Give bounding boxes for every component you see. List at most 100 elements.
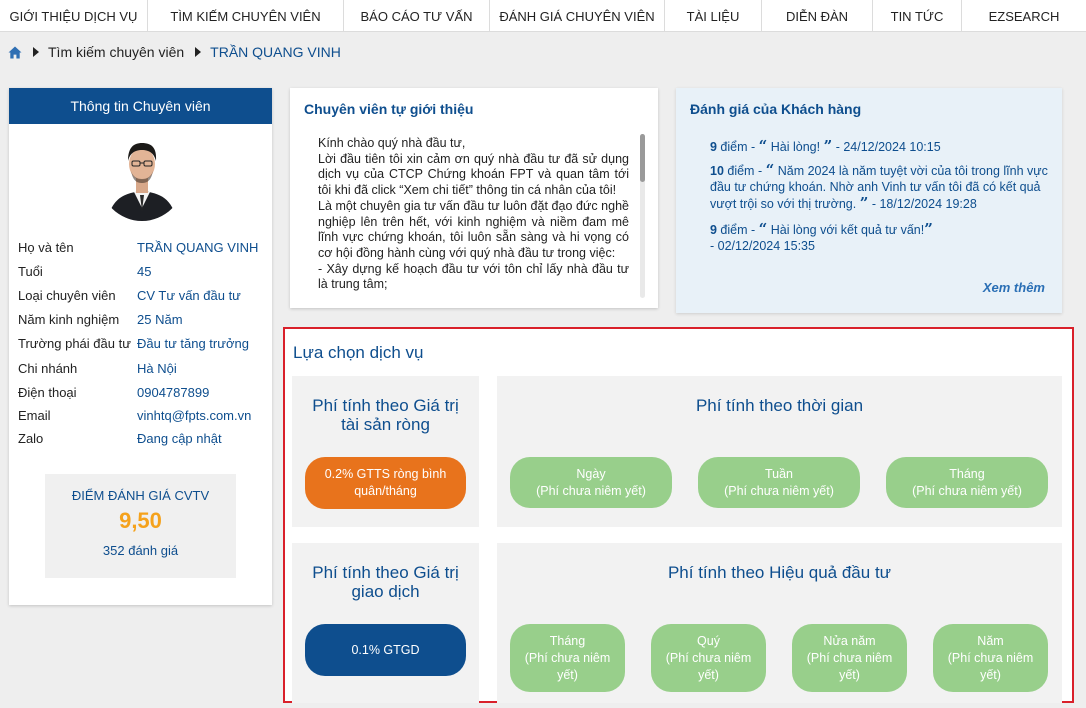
fee-by-transaction-panel: Phí tính theo Giá trị giao dịch 0.1% GTG… [292, 543, 479, 703]
intro-scrollbar[interactable] [640, 134, 645, 298]
self-introduction-card: Chuyên viên tự giới thiệu Kính chào quý … [290, 88, 658, 308]
option-note: (Phí chưa niêm yết) [806, 650, 893, 682]
nav-danh-gia-chuyen-vien[interactable]: ĐÁNH GIÁ CHUYÊN VIÊN [490, 0, 665, 32]
fee-by-time-panel: Phí tính theo thời gian Ngày (Phí chưa ni… [497, 376, 1062, 527]
review-date: - 18/12/2024 19:28 [868, 197, 977, 211]
review-score-unit: điểm - [723, 164, 766, 178]
option-name: Nửa năm [823, 633, 876, 648]
info-label: Chi nhánh [18, 361, 78, 376]
nav-dien-dan[interactable]: DIỄN ĐÀN [762, 0, 873, 32]
transaction-fee-button[interactable]: 0.1% GTGD [305, 624, 466, 676]
info-row-type: Loại chuyên viên CV Tư vấn đầu tư [18, 288, 268, 303]
fee-by-performance-title: Phí tính theo Hiệu quả đầu tư [667, 563, 892, 582]
option-name: Ngày [576, 466, 606, 481]
see-more-link[interactable]: Xem thêm [983, 280, 1045, 295]
info-row-age: Tuổi 45 [18, 264, 268, 279]
review-score-unit: điểm - [716, 223, 759, 237]
review-date: - 24/12/2024 10:15 [832, 140, 941, 154]
time-fee-day-button[interactable]: Ngày (Phí chưa niêm yết) [510, 457, 672, 508]
customer-reviews-card: Đánh giá của Khách hàng 9 điểm - “ Hài l… [676, 88, 1062, 313]
info-row-zalo: Zalo Đang cập nhật [18, 431, 268, 446]
performance-fee-month-button[interactable]: Tháng (Phí chưa niêm yết) [510, 624, 625, 692]
nav-tim-kiem-chuyen-vien[interactable]: TÌM KIẾM CHUYÊN VIÊN [148, 0, 344, 32]
review-score: 9 [710, 223, 717, 237]
breadcrumb-separator-icon [33, 47, 39, 57]
info-row-email: Email vinhtq@fpts.com.vn [18, 408, 268, 423]
option-note: (Phí chưa niêm yết) [665, 650, 752, 682]
nav-tin-tuc[interactable]: TIN TỨC [873, 0, 962, 32]
review-item: 9 điểm - “ Hài lòng với kết quả tư vấn!”… [710, 221, 1050, 254]
top-navigation: GIỚI THIỆU DỊCH VỤ TÌM KIẾM CHUYÊN VIÊN … [0, 0, 1086, 32]
expert-profile-card: Thông tin Chuyên viên Họ và tên TRẦN QUA… [9, 88, 272, 605]
option-note: (Phí chưa niêm yết) [947, 650, 1034, 682]
rating-score-box: ĐIỂM ĐÁNH GIÁ CVTV 9,50 352 đánh giá [45, 474, 236, 578]
review-score: 9 [710, 140, 717, 154]
fee-by-net-asset-title: Phí tính theo Giá trị tài sản ròng [312, 396, 459, 434]
info-value: 25 Năm [137, 312, 183, 327]
option-name: Quý [697, 633, 720, 648]
info-label: Năm kinh nghiệm [18, 312, 120, 327]
net-asset-fee-button[interactable]: 0.2% GTTS ròng bình quân/tháng [305, 457, 466, 509]
info-label: Email [18, 408, 51, 423]
intro-title: Chuyên viên tự giới thiệu [304, 101, 474, 117]
fee-by-performance-panel: Phí tính theo Hiệu quả đầu tư Tháng (Phí … [497, 543, 1062, 703]
open-quote-icon: “ [758, 137, 768, 155]
info-value: 45 [137, 264, 152, 279]
option-note: (Phí chưa niêm yết) [524, 650, 611, 682]
option-note: (Phí chưa niêm yết) [724, 483, 834, 498]
info-label: Zalo [18, 431, 44, 446]
fee-by-net-asset-panel: Phí tính theo Giá trị tài sản ròng 0.2% … [292, 376, 479, 527]
time-fee-month-button[interactable]: Tháng (Phí chưa niêm yết) [886, 457, 1048, 508]
breadcrumb-separator-icon [195, 47, 202, 57]
nav-bao-cao-tu-van[interactable]: BÁO CÁO TƯ VẤN [344, 0, 490, 32]
info-value: Đầu tư tăng trưởng [137, 336, 249, 351]
service-selection: Lựa chọn dịch vụ Phí tính theo Giá trị t… [283, 327, 1074, 703]
info-value: TRẦN QUANG VINH [137, 240, 259, 255]
intro-paragraph: - Xây dựng kế hoạch đầu tư với tôn chỉ l… [318, 261, 629, 292]
info-value: Hà Nội [137, 361, 177, 376]
performance-fee-quarter-button[interactable]: Quý (Phí chưa niêm yết) [651, 624, 766, 692]
info-row-name: Họ và tên TRẦN QUANG VINH [18, 240, 268, 255]
info-value[interactable]: 0904787899 [137, 385, 209, 400]
info-value[interactable]: vinhtq@fpts.com.vn [137, 408, 251, 423]
option-note: (Phí chưa niêm yết) [912, 483, 1022, 498]
review-text: Hài lòng! [770, 140, 821, 154]
rating-count[interactable]: 352 đánh giá [45, 543, 236, 558]
nav-ezsearch[interactable]: EZSEARCH [962, 0, 1086, 32]
info-label: Điện thoại [18, 385, 77, 400]
nav-gioi-thieu-dich-vu[interactable]: GIỚI THIỆU DỊCH VỤ [0, 0, 148, 32]
close-quote-icon: ” [823, 137, 833, 155]
review-score-unit: điểm - [716, 140, 759, 154]
intro-paragraph: Lời đầu tiên tôi xin cảm ơn quý nhà đầu … [318, 151, 629, 198]
home-icon[interactable] [8, 46, 22, 59]
open-quote-icon: “ [765, 161, 775, 179]
intro-scrollbar-thumb[interactable] [640, 134, 645, 182]
profile-header: Thông tin Chuyên viên [9, 88, 272, 124]
time-fee-week-button[interactable]: Tuần (Phí chưa niêm yết) [698, 457, 860, 508]
breadcrumb-search-experts[interactable]: Tìm kiếm chuyên viên [48, 44, 184, 60]
info-label: Họ và tên [18, 240, 74, 255]
option-note: (Phí chưa niêm yết) [536, 483, 646, 498]
info-label: Tuổi [18, 264, 43, 279]
avatar [103, 133, 181, 223]
breadcrumb-current-expert: TRẦN QUANG VINH [210, 44, 341, 60]
review-item: 10 điểm - “ Năm 2024 là năm tuyệt vời củ… [710, 162, 1050, 212]
service-selection-title: Lựa chọn dịch vụ [293, 343, 424, 362]
intro-paragraph: Kính chào quý nhà đầu tư, [318, 136, 466, 150]
info-value: CV Tư vấn đầu tư [137, 288, 241, 303]
nav-tai-lieu[interactable]: TÀI LIỆU [665, 0, 762, 32]
review-text: Hài lòng với kết quả tư vấn! [770, 223, 925, 237]
info-value: Đang cập nhật [137, 431, 222, 446]
performance-fee-year-button[interactable]: Năm (Phí chưa niêm yết) [933, 624, 1048, 692]
breadcrumb: Tìm kiếm chuyên viên TRẦN QUANG VINH [0, 34, 1086, 70]
info-row-experience: Năm kinh nghiệm 25 Năm [18, 312, 268, 327]
close-quote-icon: ” [924, 220, 933, 238]
performance-fee-half-year-button[interactable]: Nửa năm (Phí chưa niêm yết) [792, 624, 907, 692]
review-score: 10 [710, 164, 724, 178]
intro-text: Kính chào quý nhà đầu tư, Lời đầu tiên t… [318, 136, 629, 302]
open-quote-icon: “ [758, 220, 768, 238]
info-label: Trường phái đầu tư [18, 336, 131, 351]
fee-by-transaction-title: Phí tính theo Giá trị giao dịch [312, 563, 459, 601]
option-name: Tuần [764, 466, 793, 481]
option-name: Năm [977, 633, 1004, 648]
